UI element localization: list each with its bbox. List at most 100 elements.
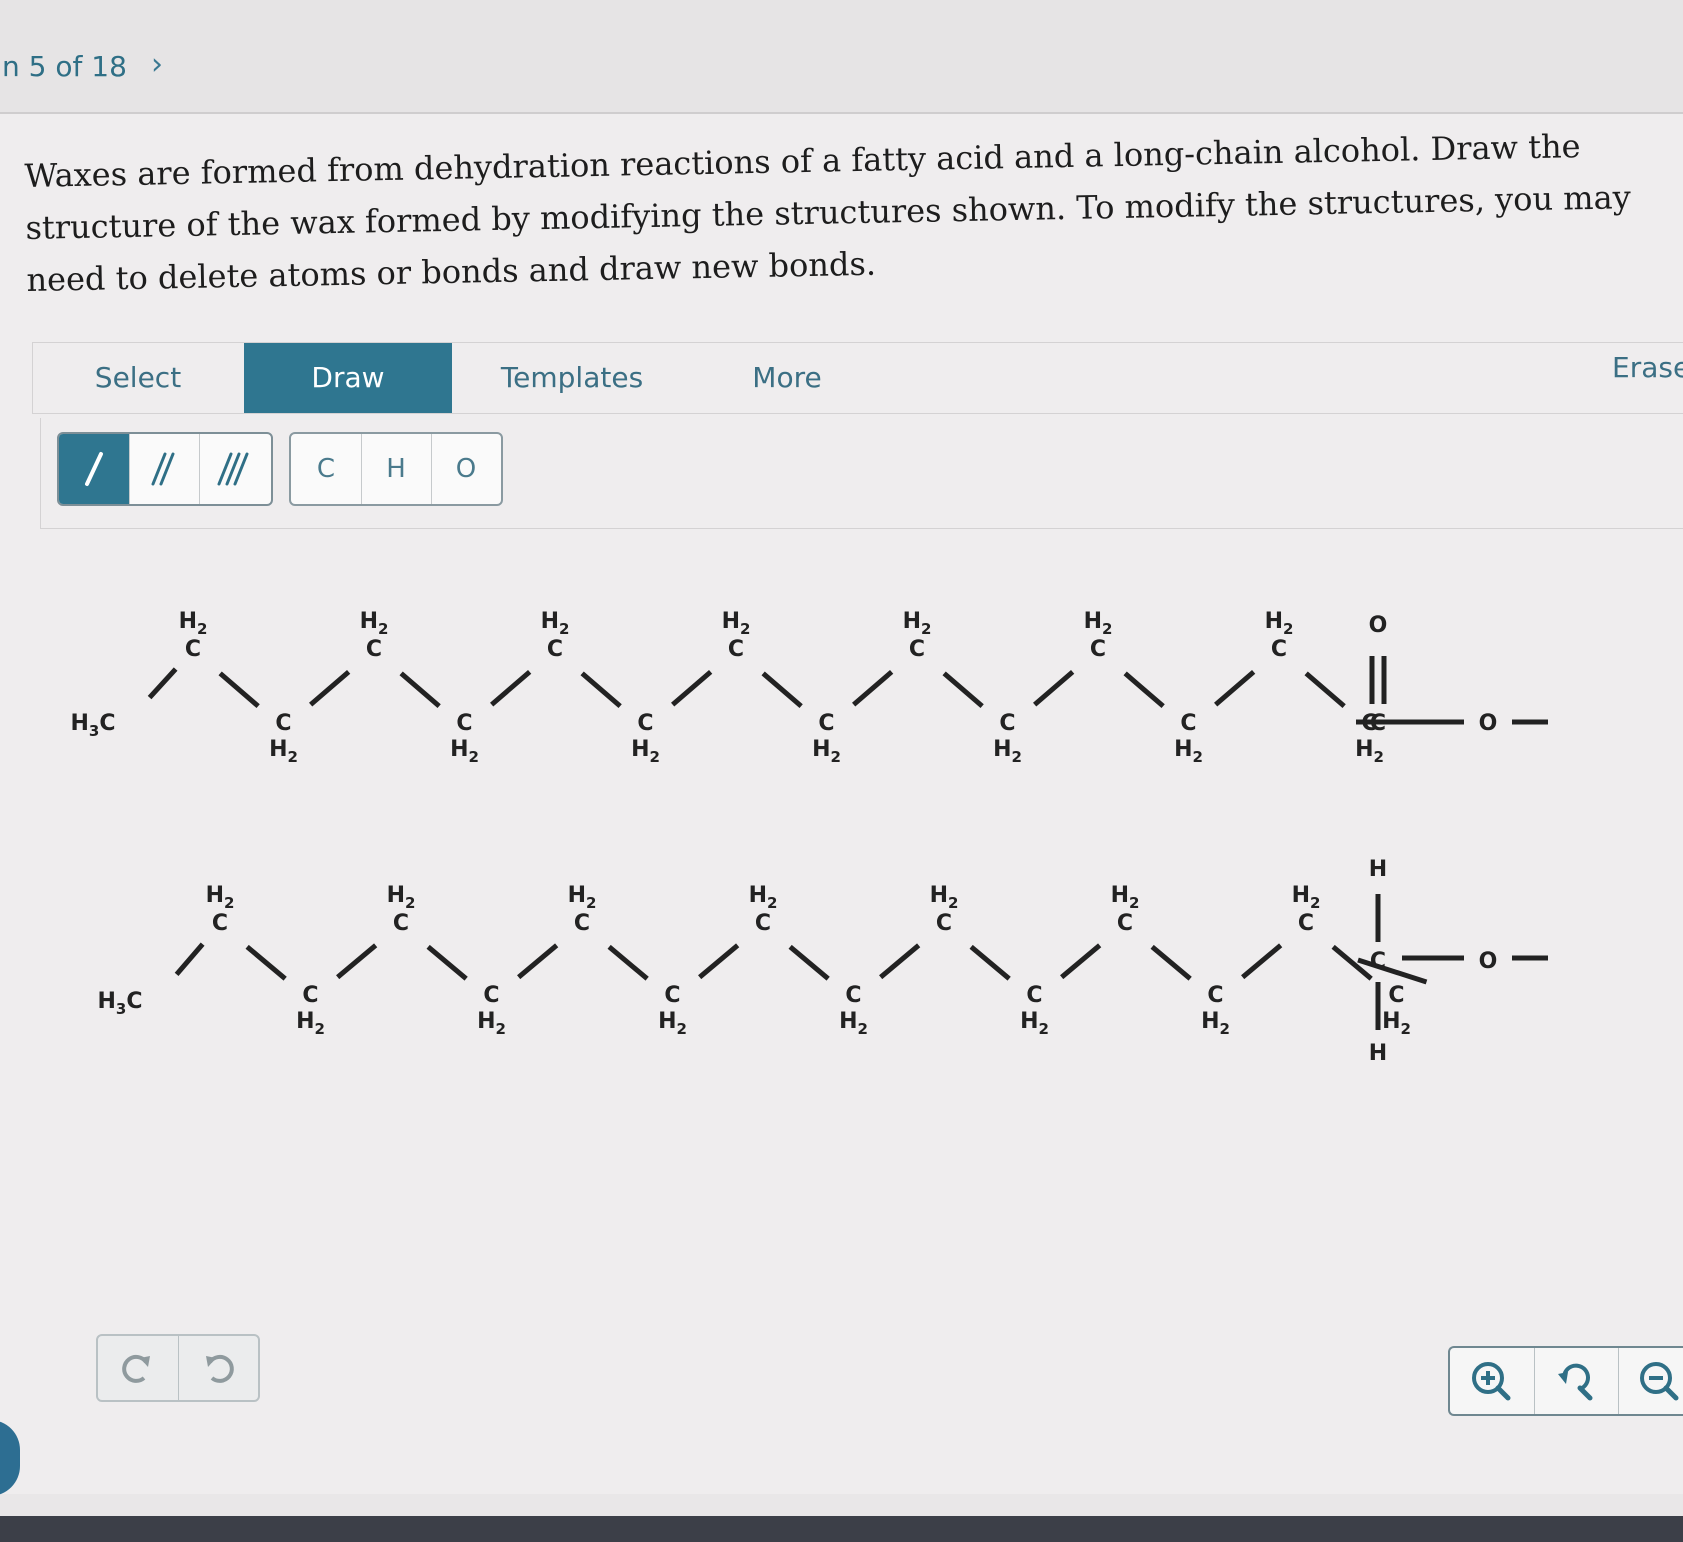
alcohol-ch2-7-c[interactable]: C <box>845 983 861 1008</box>
acid-ch2-4-h[interactable]: H2 <box>541 609 570 638</box>
acid-ch2-3-c[interactable]: C <box>456 711 472 736</box>
acid-ch2-2-h[interactable]: H2 <box>360 609 389 638</box>
zoom-in-button[interactable] <box>1450 1348 1535 1414</box>
tab-more[interactable]: More <box>692 343 882 413</box>
acid-ch2-7-c[interactable]: C <box>818 711 834 736</box>
alcohol-bond-8[interactable] <box>879 943 921 980</box>
acid-ch2-6-c[interactable]: C <box>728 637 744 662</box>
alcohol-methyl[interactable]: H3C <box>97 989 142 1018</box>
acid-ch2-11-h[interactable]: H2 <box>1174 737 1203 766</box>
alcohol-ch2-10-c[interactable]: C <box>1117 911 1133 936</box>
acid-bond-2[interactable] <box>309 669 351 707</box>
atom-oxygen-button[interactable]: O <box>431 434 501 504</box>
acid-ch2-12-c[interactable]: C <box>1271 637 1287 662</box>
alcohol-bond-11[interactable] <box>1150 944 1192 981</box>
acid-bond-8[interactable] <box>852 669 894 707</box>
acid-ch2-13-h[interactable]: H2 <box>1355 737 1384 766</box>
tab-select[interactable]: Select <box>32 343 243 413</box>
acid-carbonyl-oxygen[interactable]: O <box>1369 613 1388 638</box>
acid-ch2-4-c[interactable]: C <box>547 637 563 662</box>
atom-carbon-button[interactable]: C <box>291 434 362 504</box>
acid-bond-12[interactable] <box>1214 669 1256 707</box>
acid-bond-4[interactable] <box>490 669 532 707</box>
acid-ch2-5-c[interactable]: C <box>637 711 653 736</box>
alcohol-ch2-13-c[interactable]: C <box>1388 983 1404 1008</box>
acid-bond-0[interactable] <box>147 667 178 700</box>
acid-bond-5[interactable] <box>580 671 622 709</box>
double-bond-button[interactable] <box>129 434 200 504</box>
acid-bond-6[interactable] <box>671 669 713 707</box>
acid-ch2-12-h[interactable]: H2 <box>1265 609 1294 638</box>
acid-hydroxyl-oxygen[interactable]: O <box>1479 711 1498 736</box>
alcohol-bond-9[interactable] <box>969 944 1011 981</box>
acid-ch2-3-h[interactable]: H2 <box>450 737 479 766</box>
alcohol-ch2-4-c[interactable]: C <box>574 911 590 936</box>
zoom-out-button[interactable] <box>1618 1348 1683 1414</box>
alcohol-bond-12[interactable] <box>1241 943 1283 980</box>
alcohol-ch2-2-c[interactable]: C <box>393 911 409 936</box>
alcohol-oxygen[interactable]: O <box>1479 949 1498 974</box>
alcohol-ch2-12-c[interactable]: C <box>1298 911 1314 936</box>
acid-ch2-11-c[interactable]: C <box>1180 711 1196 736</box>
undo-button[interactable] <box>98 1336 179 1400</box>
alcohol-ch2-9-h[interactable]: H2 <box>1020 1009 1049 1038</box>
acid-bond-9[interactable] <box>942 671 984 709</box>
alcohol-ch2-11-h[interactable]: H2 <box>1201 1009 1230 1038</box>
alcohol-ch2-1-h[interactable]: H2 <box>296 1009 325 1038</box>
alcohol-carbon[interactable]: C <box>1370 949 1386 974</box>
triple-bond-button[interactable] <box>199 434 269 504</box>
acid-methyl[interactable]: H3C <box>70 711 115 740</box>
tab-templates[interactable]: Templates <box>462 343 682 413</box>
alcohol-ch2-9-c[interactable]: C <box>1026 983 1042 1008</box>
acid-bond-1[interactable] <box>218 671 260 709</box>
alcohol-ch2-6-c[interactable]: C <box>755 911 771 936</box>
alcohol-bond-10[interactable] <box>1060 943 1102 980</box>
acid-bond-7[interactable] <box>761 671 803 709</box>
single-bond-button[interactable] <box>59 434 130 504</box>
alcohol-hydrogen-top[interactable]: H <box>1369 857 1387 882</box>
acid-ch2-10-c[interactable]: C <box>1090 637 1106 662</box>
alcohol-ch2-8-h[interactable]: H2 <box>930 883 959 912</box>
acid-ch2-5-h[interactable]: H2 <box>631 737 660 766</box>
alcohol-bond-0[interactable] <box>174 942 205 977</box>
alcohol-ch2-2-h[interactable]: H2 <box>387 883 416 912</box>
drawing-canvas[interactable]: H3C H2 C C H2 H2 C C H2 H2 C C H2 H2 C C H2 H2 C C H2 H2 C C H2 H… <box>48 540 1683 1500</box>
alcohol-ch2-3-c[interactable]: C <box>483 983 499 1008</box>
alcohol-ch2-7-h[interactable]: H2 <box>839 1009 868 1038</box>
acid-bond-13[interactable] <box>1304 671 1346 709</box>
acid-ch2-0-c[interactable]: C <box>185 637 201 662</box>
acid-ch2-6-h[interactable]: H2 <box>722 609 751 638</box>
alcohol-ch2-5-c[interactable]: C <box>664 983 680 1008</box>
alcohol-ch2-13-h[interactable]: H2 <box>1382 1009 1411 1038</box>
alcohol-bond-5[interactable] <box>607 944 649 981</box>
alcohol-bond-2[interactable] <box>336 943 378 980</box>
acid-ch2-0-h[interactable]: H2 <box>179 609 208 638</box>
alcohol-ch2-1-c[interactable]: C <box>302 983 318 1008</box>
alcohol-ch2-8-c[interactable]: C <box>936 911 952 936</box>
acid-ch2-9-c[interactable]: C <box>999 711 1015 736</box>
alcohol-bond-7[interactable] <box>788 944 830 981</box>
alcohol-bond-1[interactable] <box>245 944 287 981</box>
alcohol-bond-3[interactable] <box>426 944 468 981</box>
acid-bond-10[interactable] <box>1033 669 1075 707</box>
acid-bond-11[interactable] <box>1123 671 1165 709</box>
alcohol-ch2-0-c[interactable]: C <box>212 911 228 936</box>
alcohol-ch2-10-h[interactable]: H2 <box>1111 883 1140 912</box>
alcohol-hydrogen-bottom[interactable]: H <box>1369 1041 1387 1066</box>
acid-ch2-8-c[interactable]: C <box>909 637 925 662</box>
alcohol-bond-4[interactable] <box>517 943 559 980</box>
alcohol-ch2-6-h[interactable]: H2 <box>749 883 778 912</box>
acid-ch2-2-c[interactable]: C <box>366 637 382 662</box>
acid-ch2-7-h[interactable]: H2 <box>812 737 841 766</box>
acid-ch2-8-h[interactable]: H2 <box>903 609 932 638</box>
alcohol-ch2-11-c[interactable]: C <box>1207 983 1223 1008</box>
acid-ch2-9-h[interactable]: H2 <box>993 737 1022 766</box>
tab-draw[interactable]: Draw <box>244 343 452 413</box>
chevron-right-icon[interactable]: › <box>140 48 174 82</box>
redo-button[interactable] <box>178 1336 258 1400</box>
alcohol-ch2-3-h[interactable]: H2 <box>477 1009 506 1038</box>
acid-carbonyl-carbon[interactable]: C <box>1370 711 1386 736</box>
acid-ch2-1-h[interactable]: H2 <box>269 737 298 766</box>
acid-bond-3[interactable] <box>399 671 441 709</box>
acid-ch2-10-h[interactable]: H2 <box>1084 609 1113 638</box>
